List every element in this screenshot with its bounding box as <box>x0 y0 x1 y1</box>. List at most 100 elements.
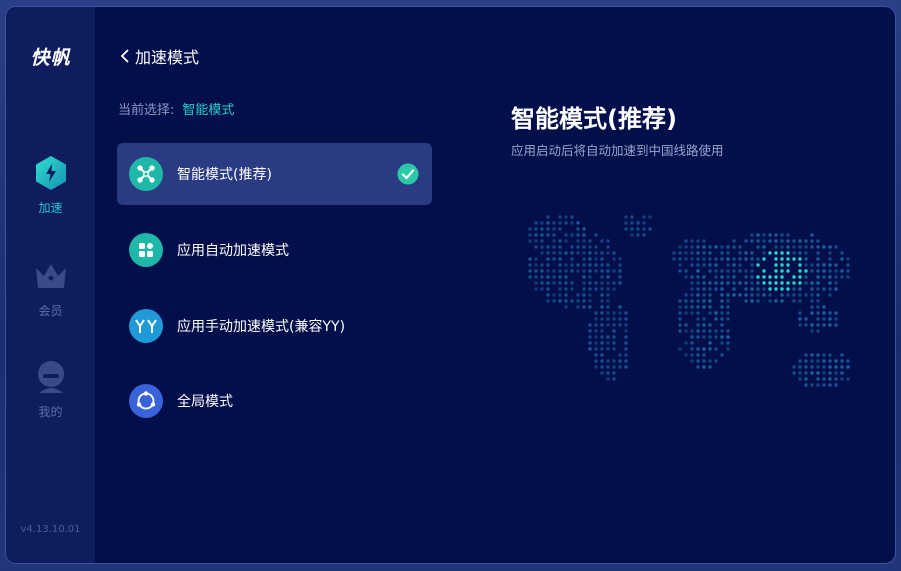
network-x-icon <box>129 157 163 191</box>
map-dot <box>720 323 724 327</box>
mode-option-smart[interactable]: 智能模式(推荐) <box>117 143 432 205</box>
china-region-dot <box>780 287 784 291</box>
map-dot <box>822 365 826 369</box>
map-dot <box>708 245 712 249</box>
map-dot <box>606 263 610 267</box>
back-button[interactable]: 加速模式 <box>119 44 199 68</box>
map-dot <box>600 371 604 375</box>
map-dot <box>552 281 556 285</box>
map-dot <box>690 329 694 333</box>
map-dot <box>576 221 580 225</box>
map-dot <box>546 227 550 231</box>
china-region-dot <box>756 275 760 279</box>
map-dot <box>702 275 706 279</box>
map-dot <box>816 263 820 267</box>
map-dot <box>678 263 682 267</box>
map-dot <box>558 275 562 279</box>
map-dot <box>846 263 850 267</box>
map-dot <box>534 281 538 285</box>
china-region-dot <box>774 251 778 255</box>
map-dot <box>834 275 838 279</box>
map-dot <box>798 359 802 363</box>
map-dot <box>738 251 742 255</box>
map-dot <box>696 329 700 333</box>
map-dot <box>750 269 754 273</box>
map-dot <box>684 311 688 315</box>
map-dot <box>720 329 724 333</box>
map-dot <box>810 233 814 237</box>
map-dot <box>576 293 580 297</box>
map-dot <box>618 275 622 279</box>
map-dot <box>684 341 688 345</box>
map-dot <box>822 317 826 321</box>
china-region-dot <box>798 269 802 273</box>
sidebar-item-vip[interactable]: 会员 <box>6 258 95 319</box>
map-dot <box>696 365 700 369</box>
map-dot <box>606 305 610 309</box>
map-dot <box>594 365 598 369</box>
map-dot <box>696 299 700 303</box>
map-dot <box>558 269 562 273</box>
map-dot <box>798 311 802 315</box>
map-dot <box>636 227 640 231</box>
map-dot <box>546 221 550 225</box>
map-dot <box>558 221 562 225</box>
map-dot <box>678 311 682 315</box>
map-dot <box>570 281 574 285</box>
app-logo: 快帆 <box>30 47 71 69</box>
map-dot <box>732 245 736 249</box>
map-dot <box>822 245 826 249</box>
china-region-dot <box>786 257 790 261</box>
map-dot <box>834 269 838 273</box>
globe-arcs-icon <box>129 384 163 418</box>
china-region-dot <box>762 281 766 285</box>
map-dot <box>756 239 760 243</box>
map-dot <box>810 329 814 333</box>
china-region-dot <box>792 275 796 279</box>
map-dot <box>786 233 790 237</box>
map-dot <box>834 371 838 375</box>
map-dot <box>708 359 712 363</box>
map-dot <box>798 293 802 297</box>
map-dot <box>588 239 592 243</box>
map-dot <box>720 293 724 297</box>
mode-option-app-manual[interactable]: 应用手动加速模式(兼容YY) <box>117 295 432 357</box>
map-dot <box>762 251 766 255</box>
map-dot <box>750 239 754 243</box>
mode-option-app-auto[interactable]: 应用自动加速模式 <box>117 219 432 281</box>
desktop-backdrop: 快帆 加速 会员 我的 v4.13.10.01 加速模式 当前选择: 智能模式 … <box>0 0 901 571</box>
map-dot <box>744 251 748 255</box>
china-region-dot <box>780 257 784 261</box>
map-dot <box>600 299 604 303</box>
map-dot <box>624 359 628 363</box>
map-dot <box>678 323 682 327</box>
map-dot <box>726 335 730 339</box>
map-dot <box>810 293 814 297</box>
map-dot <box>840 377 844 381</box>
map-dot <box>756 281 760 285</box>
map-dot <box>798 317 802 321</box>
mode-option-global[interactable]: 全局模式 <box>117 370 432 432</box>
sidebar-item-mine[interactable]: 我的 <box>6 359 95 420</box>
map-dot <box>774 299 778 303</box>
map-dot <box>828 353 832 357</box>
yy-icon <box>129 309 163 343</box>
map-dot <box>804 245 808 249</box>
map-dot <box>594 233 598 237</box>
map-dot <box>816 269 820 273</box>
map-dot <box>834 359 838 363</box>
map-dot <box>570 257 574 261</box>
map-dot <box>756 257 760 261</box>
china-region-dot <box>780 251 784 255</box>
map-dot <box>552 293 556 297</box>
map-dot <box>810 365 814 369</box>
map-dot <box>588 245 592 249</box>
map-dot <box>594 323 598 327</box>
map-dot <box>570 287 574 291</box>
map-dot <box>738 263 742 267</box>
map-dot <box>816 275 820 279</box>
map-dot <box>726 251 730 255</box>
map-dot <box>642 227 646 231</box>
sidebar-item-accelerate[interactable]: 加速 <box>6 155 95 216</box>
map-dot <box>576 245 580 249</box>
